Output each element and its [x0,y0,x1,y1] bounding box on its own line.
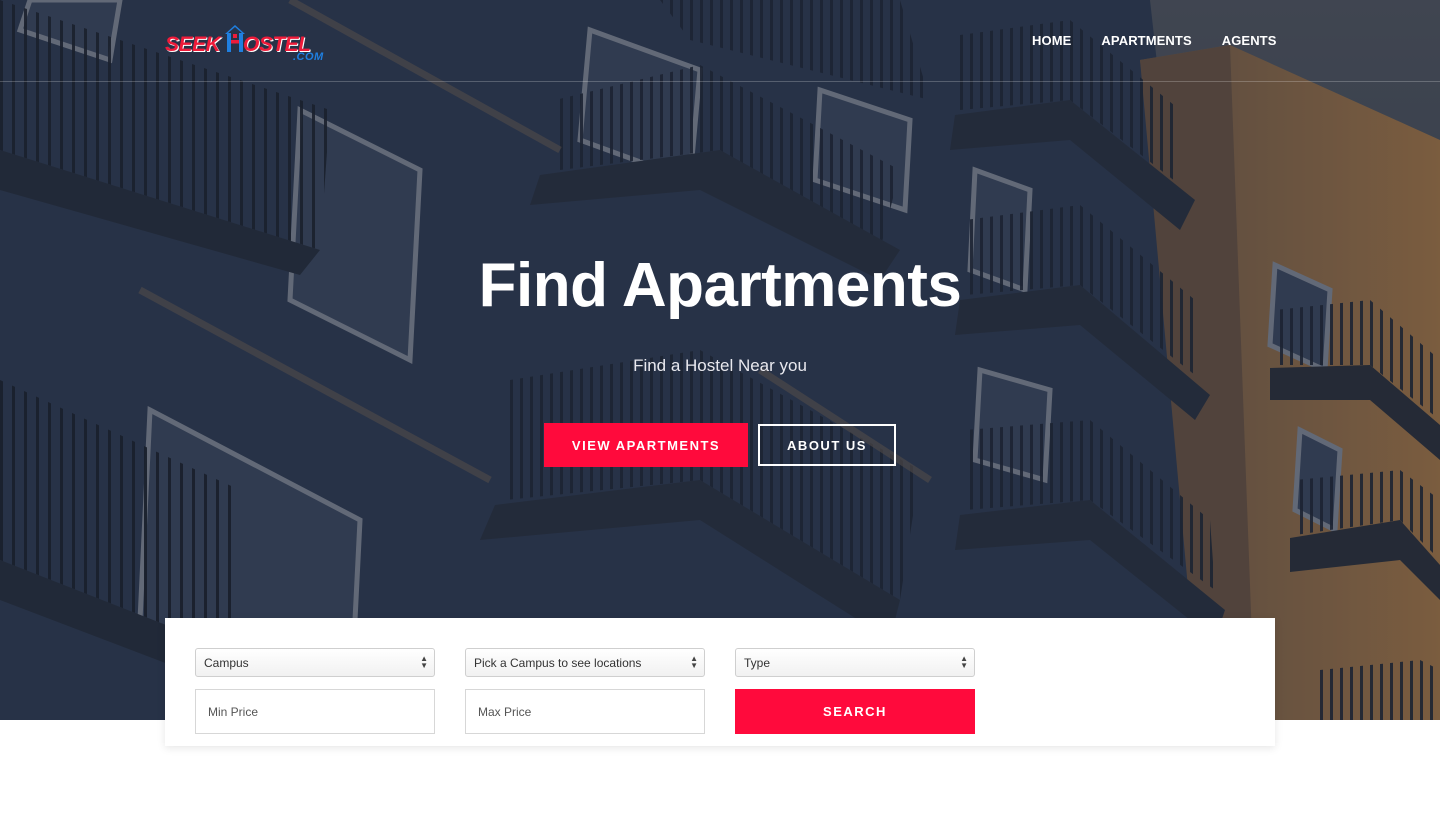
select-arrows-icon: ▲ ▼ [420,654,428,670]
navbar: SEEK OSTEL .COM Home Apartments Agents [0,0,1440,82]
location-select[interactable]: Pick a Campus to see locations ▲ ▼ [465,648,705,677]
view-apartments-button[interactable]: VIEW APARTMENTS [544,423,748,467]
campus-select-value: Campus [204,656,249,670]
max-price-placeholder: Max Price [478,705,532,719]
brand-logo[interactable]: SEEK OSTEL .COM [165,22,335,68]
select-arrows-icon: ▲ ▼ [960,654,968,670]
type-select[interactable]: Type ▲ ▼ [735,648,975,677]
nav-link-apartments[interactable]: Apartments [1101,33,1191,48]
hero-section: SEEK OSTEL .COM Home Apartments Agents F… [0,0,1440,720]
nav-link-home[interactable]: Home [1032,33,1071,48]
search-button[interactable]: SEARCH [735,689,975,734]
nav-link-agents[interactable]: Agents [1222,33,1277,48]
hero-subtitle: Find a Hostel Near you [633,356,807,375]
hero-title: Find Apartments [478,251,962,320]
main-nav: Home Apartments Agents [1032,33,1307,48]
campus-select[interactable]: Campus ▲ ▼ [195,648,435,677]
logo-word-seek: SEEK [165,33,221,56]
about-us-button[interactable]: ABOUT US [758,424,896,466]
select-arrows-icon: ▲ ▼ [690,654,698,670]
min-price-placeholder: Min Price [208,705,259,719]
search-panel: Campus ▲ ▼ Pick a Campus to see locations… [165,618,1275,746]
max-price-input[interactable]: Max Price [465,689,705,734]
logo-domain-suffix: .COM [293,51,324,63]
min-price-input[interactable]: Min Price [195,689,435,734]
location-select-value: Pick a Campus to see locations [474,656,642,670]
type-select-value: Type [744,656,771,670]
